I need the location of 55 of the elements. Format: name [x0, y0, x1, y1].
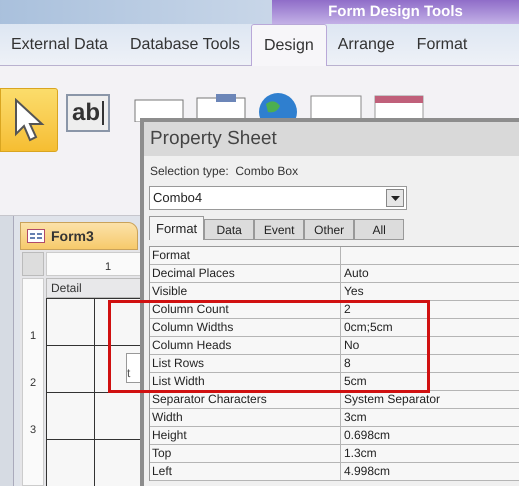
dropdown-button[interactable] — [386, 189, 404, 207]
ribbon-tab[interactable]: Database Tools — [118, 25, 251, 65]
ruler-number: 3 — [30, 423, 36, 438]
form-icon — [27, 229, 45, 243]
property-tab[interactable]: Other — [304, 219, 354, 240]
ruler-number: 1 — [105, 260, 112, 274]
property-value[interactable]: No — [341, 337, 360, 354]
property-value[interactable]: 8 — [341, 355, 351, 372]
property-name: Column Heads — [150, 337, 341, 354]
property-value[interactable]: 0cm;5cm — [341, 319, 393, 336]
property-name: Format — [150, 247, 341, 264]
property-value[interactable]: 2 — [341, 301, 351, 318]
property-value[interactable]: 1.3cm — [341, 445, 377, 462]
property-name: Visible — [150, 283, 341, 300]
property-value[interactable]: Yes — [341, 283, 364, 300]
ruler-number: 1 — [30, 329, 36, 344]
property-name: Top — [150, 445, 341, 462]
ribbon-tab[interactable]: Design — [250, 24, 327, 66]
control-label: t — [127, 365, 130, 382]
cursor-icon — [102, 101, 104, 125]
document-title: Form3 — [51, 226, 94, 246]
document-tab[interactable]: Form3 — [20, 222, 138, 250]
property-value[interactable]: 4.998cm — [341, 463, 390, 480]
property-name: Width — [150, 409, 341, 426]
selection-type: Selection type: Combo Box — [150, 163, 300, 180]
ribbon-tab[interactable]: Format — [406, 25, 478, 65]
pointer-tool[interactable] — [0, 88, 58, 152]
contextual-title: Form Design Tools — [328, 2, 463, 22]
property-value[interactable]: 0.698cm — [341, 427, 390, 444]
property-value[interactable]: Auto — [341, 265, 369, 282]
property-name: Left — [150, 463, 341, 480]
property-tab[interactable]: Format — [149, 216, 204, 240]
property-name: Height — [150, 427, 341, 444]
property-tab[interactable]: All — [354, 219, 404, 240]
property-name: Column Widths — [150, 319, 341, 336]
property-name: Decimal Places — [150, 265, 341, 282]
section-label: Detail — [51, 280, 82, 297]
property-name: List Width — [150, 373, 341, 390]
object-selector[interactable]: Combo4 — [149, 186, 407, 210]
property-value[interactable]: 5cm — [341, 373, 367, 390]
property-name: Column Count — [150, 301, 341, 318]
ruler-number: 2 — [30, 376, 36, 391]
textbox-tool[interactable]: ab — [66, 94, 110, 132]
selector-value: Combo4 — [153, 189, 202, 208]
ribbon-tab[interactable]: External Data — [0, 25, 119, 65]
property-name: Separator Characters — [150, 391, 341, 408]
ribbon-tab[interactable]: Arrange — [326, 25, 406, 65]
property-value[interactable]: 3cm — [341, 409, 367, 426]
property-tab[interactable]: Data — [204, 219, 254, 240]
pointer-icon — [12, 98, 46, 142]
property-value[interactable]: System Separator — [341, 391, 440, 408]
caret-icon — [390, 196, 400, 200]
window-title: Property Sheet — [150, 126, 277, 151]
property-tab[interactable]: Event — [254, 219, 304, 240]
property-name: List Rows — [150, 355, 341, 372]
